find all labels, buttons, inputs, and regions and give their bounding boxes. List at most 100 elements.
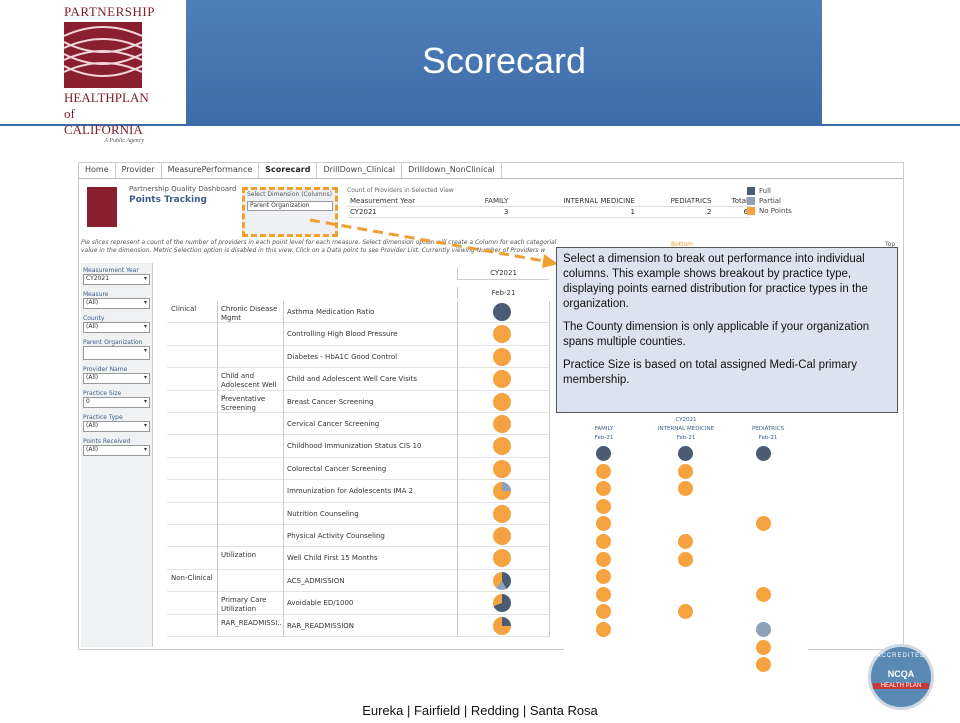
filter-dropdown[interactable]: (All) <box>83 373 150 384</box>
table-row: Utilization Well Child First 15 Months <box>167 547 549 570</box>
breakout-point-dot[interactable] <box>596 604 611 620</box>
row-measure: Nutrition Counseling <box>287 509 359 518</box>
filter-dropdown[interactable]: (All) <box>83 298 150 309</box>
legend-swatch-no-points <box>747 207 755 215</box>
tab-scorecard[interactable]: Scorecard <box>259 163 318 178</box>
count-cell-total[interactable]: 6 <box>714 206 751 218</box>
tab-provider[interactable]: Provider <box>116 163 162 178</box>
filter-points-received: Points Received (All) <box>83 438 150 456</box>
breakout-point-dot[interactable] <box>596 622 611 637</box>
points-legend: Full Partial No Points <box>747 187 792 217</box>
tab-drilldown-nonclinical[interactable]: Drilldown_NonClinical <box>402 163 502 178</box>
row-point-dot[interactable] <box>493 549 511 568</box>
row-point-dot[interactable] <box>493 571 511 590</box>
row-point-dot[interactable] <box>493 482 511 501</box>
filter-practice-type: Practice Type (All) <box>83 414 150 432</box>
filter-county: County (All) <box>83 315 150 333</box>
row-point-dot[interactable] <box>493 325 511 344</box>
breakout-year-header: CY2021 <box>675 417 697 423</box>
slide-title: Scorecard <box>421 40 587 81</box>
dashboard-tabs: Home Provider MeasurePerformance Scoreca… <box>79 163 903 179</box>
row-point-dot[interactable] <box>493 370 511 389</box>
row-measure: ACS_ADMISSION <box>287 576 345 585</box>
row-subgroup: Chronic Disease Mgmt <box>221 305 278 322</box>
breakout-month-pediatrics: Feb-21 <box>758 435 778 441</box>
breakout-point-dot[interactable] <box>678 534 693 549</box>
row-point-dot[interactable] <box>493 594 511 613</box>
filter-parent-organization: Parent Organization <box>83 339 150 360</box>
breakout-point-dot[interactable] <box>596 534 611 549</box>
filter-label: Practice Type <box>83 414 123 421</box>
slide-footer: Eureka | Fairfield | Redding | Santa Ros… <box>362 703 598 718</box>
row-measure: Physical Activity Counseling <box>287 532 385 540</box>
row-measure: Avoidable ED/1000 <box>287 599 354 608</box>
filter-dropdown[interactable]: 0 <box>83 397 150 408</box>
filter-dropdown[interactable]: (All) <box>83 421 150 432</box>
row-point-dot[interactable] <box>493 303 511 321</box>
breakout-point-dot[interactable] <box>678 446 693 461</box>
table-row: Colorectal Cancer Screening <box>167 458 549 481</box>
row-measure: Asthma Medication Ratio <box>287 308 375 316</box>
row-group: Non-Clinical <box>171 573 213 582</box>
filter-label: Points Received <box>83 438 131 445</box>
breakout-point-dot[interactable] <box>678 604 693 620</box>
breakout-point-dot[interactable] <box>596 551 611 567</box>
count-cell-pediatrics[interactable]: 2 <box>637 206 715 218</box>
row-group: Clinical <box>171 305 197 313</box>
breakout-point-dot[interactable] <box>756 586 771 602</box>
filter-dropdown[interactable]: (All) <box>83 445 150 456</box>
table-row: Nutrition Counseling <box>167 503 549 525</box>
row-point-dot[interactable] <box>493 415 511 433</box>
breakout-col-pediatrics: PEDIATRICS <box>751 426 785 432</box>
table-row: Non-Clinical ACS_ADMISSION <box>167 570 549 593</box>
breakout-point-dot[interactable] <box>756 446 771 461</box>
row-point-dot[interactable] <box>493 347 511 366</box>
filter-dropdown[interactable] <box>83 346 150 360</box>
row-point-dot[interactable] <box>493 504 511 523</box>
breakout-point-dot[interactable] <box>756 516 771 532</box>
row-measure: Colorectal Cancer Screening <box>287 464 387 473</box>
breakout-point-dot[interactable] <box>596 516 611 532</box>
grid-divider <box>217 301 218 637</box>
logo-line-partnership: PARTNERSHIP <box>64 4 155 19</box>
breakout-point-dot[interactable] <box>596 498 611 514</box>
ncqa-accreditation-badge: ACCREDITED NCQA HEALTH PLAN <box>868 644 934 710</box>
filter-dropdown[interactable]: (All) <box>83 322 150 333</box>
slide: Scorecard PARTNERSHIP HEALTHPLAN of CALI… <box>0 0 960 723</box>
filter-dropdown[interactable]: CY2021 <box>83 274 150 285</box>
breakout-col-family: FAMILY <box>594 426 614 432</box>
breakout-point-dot[interactable] <box>596 446 611 461</box>
tab-measure-performance[interactable]: MeasurePerformance <box>162 163 260 178</box>
breakout-point-dot[interactable] <box>678 551 693 567</box>
breakout-point-dot[interactable] <box>596 569 611 585</box>
table-row: Child and Adolescent Well .. Child and Ad… <box>167 368 549 398</box>
breakout-point-dot[interactable] <box>596 586 611 602</box>
row-subgroup: Preventative Screening <box>221 394 266 412</box>
title-rule <box>0 124 960 126</box>
row-point-dot[interactable] <box>493 527 511 545</box>
row-subgroup: Primary Care Utilization <box>221 596 267 614</box>
legend-label-no-points: No Points <box>759 207 792 215</box>
table-row: Primary Care Utilization Avoidable ED/100… <box>167 592 549 615</box>
breakout-point-dot[interactable] <box>756 657 771 673</box>
breakout-point-dot[interactable] <box>596 463 611 479</box>
row-measure: Controlling High Blood Pressure <box>287 330 398 339</box>
breakout-point-dot[interactable] <box>678 463 693 479</box>
row-point-dot[interactable] <box>493 459 511 478</box>
row-point-dot[interactable] <box>493 437 511 456</box>
breakout-point-dot[interactable] <box>596 481 611 497</box>
row-measure: Well Child First 15 Months <box>287 554 378 563</box>
table-row: Controlling High Blood Pressure <box>167 323 549 346</box>
row-point-dot[interactable] <box>493 392 511 411</box>
breakout-point-dot[interactable] <box>756 639 771 655</box>
tab-home[interactable]: Home <box>79 163 116 178</box>
legend-item-partial: Partial <box>747 197 792 205</box>
row-point-dot[interactable] <box>493 616 511 635</box>
breakout-point-dot[interactable] <box>678 481 693 497</box>
table-row: RAR_READMISSI.. RAR_READMISSION <box>167 615 549 637</box>
table-row: Physical Activity Counseling <box>167 525 549 548</box>
tab-drilldown-clinical[interactable]: DrillDown_Clinical <box>317 163 403 178</box>
callout-paragraph-county: The County dimension is only applicable … <box>563 321 870 348</box>
breakout-point-dot[interactable] <box>756 622 771 637</box>
row-measure: Childhood Immunization Status CIS 10 <box>287 442 422 451</box>
